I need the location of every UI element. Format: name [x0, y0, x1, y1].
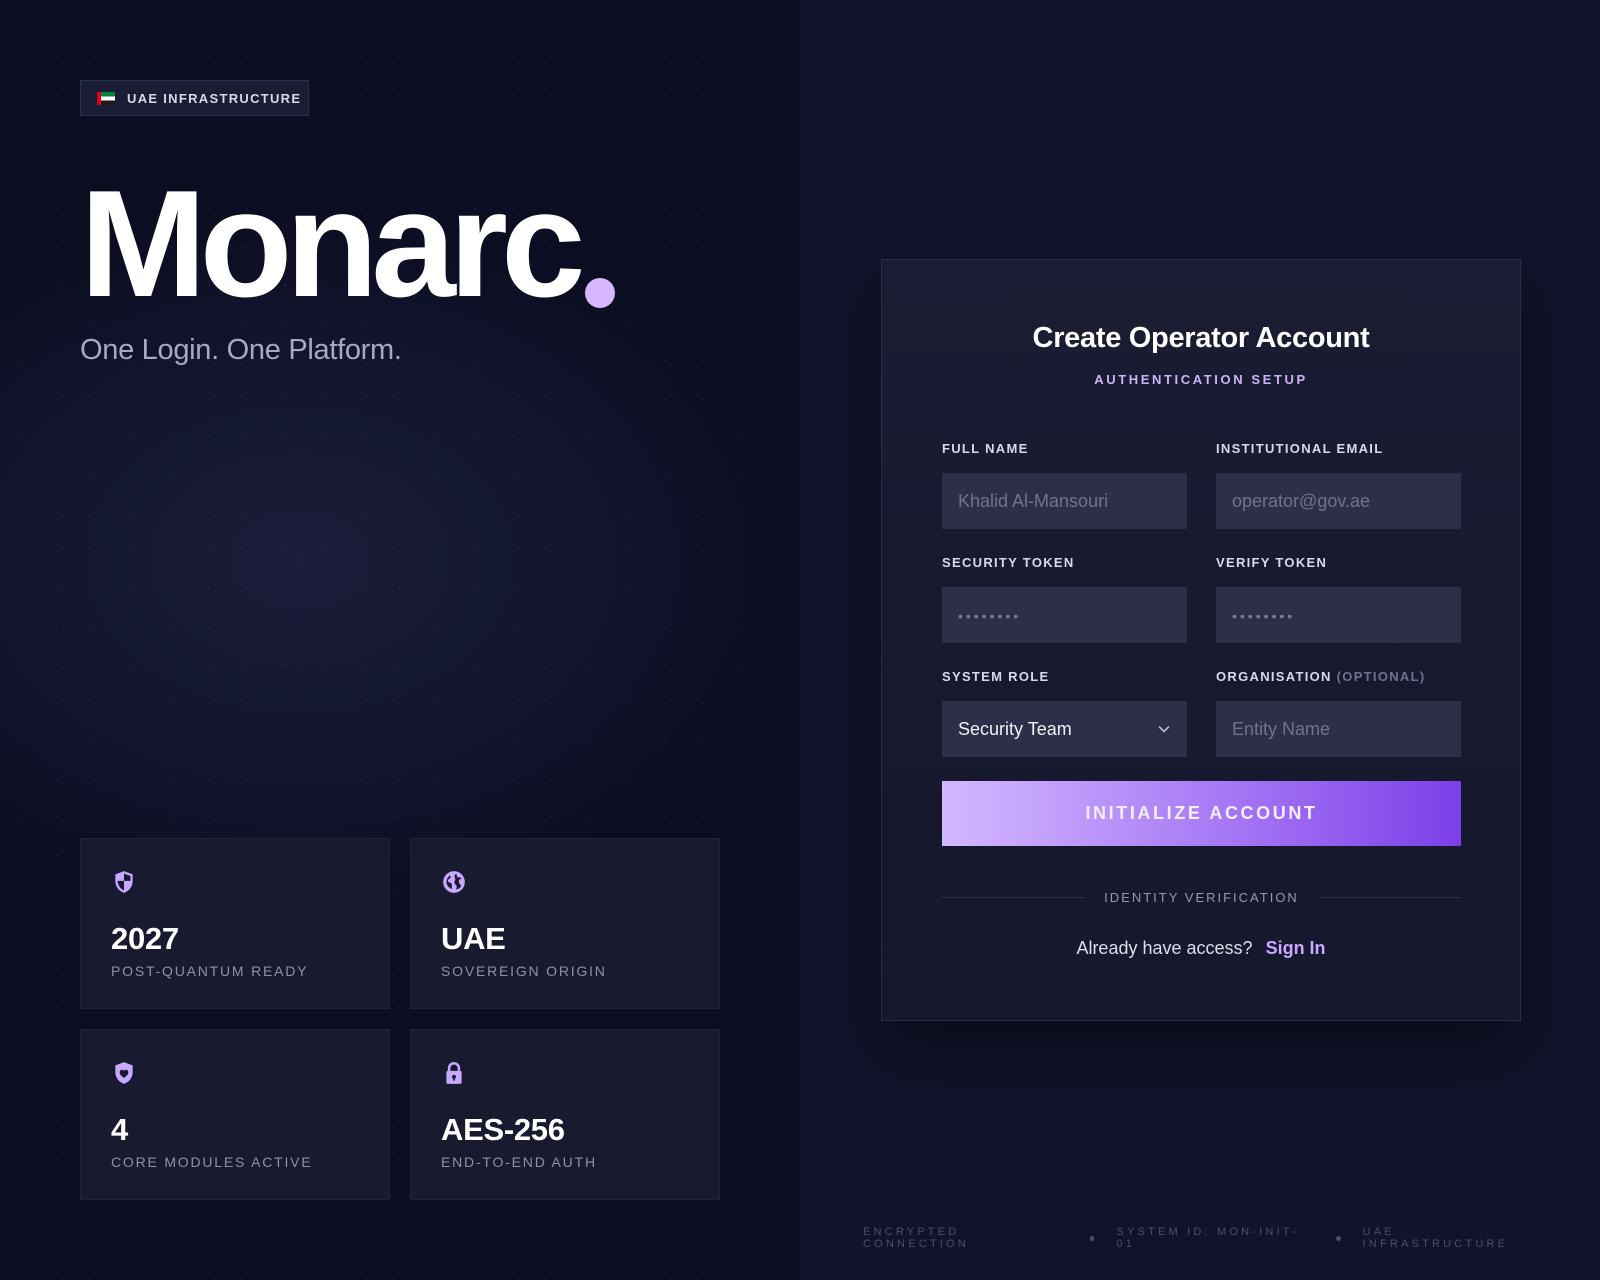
stat-label: SOVEREIGN ORIGIN: [441, 963, 607, 979]
full-name-input[interactable]: [958, 490, 1171, 512]
security-token-field: SECURITY TOKEN: [942, 555, 1187, 643]
system-role-field: SYSTEM ROLE Security Team: [942, 669, 1187, 757]
verify-token-label: VERIFY TOKEN: [1216, 555, 1328, 570]
brand-name: Monarc: [80, 159, 586, 329]
divider-line: [942, 896, 1085, 898]
stat-value: 4: [111, 1112, 128, 1147]
email-box: [1216, 473, 1461, 529]
footer-item-connection: ENCRYPTED CONNECTION: [863, 1226, 969, 1250]
lock-icon: [446, 1061, 462, 1084]
region-badge: UAE INFRASTRUCTURE: [80, 80, 309, 116]
separator-dot: [1089, 1235, 1095, 1241]
stats-grid: 2027 POST-QUANTUM READY UAE SOVEREIGN OR…: [80, 838, 720, 1200]
system-role-select[interactable]: Security Team: [942, 701, 1187, 757]
system-role-value: Security Team: [958, 718, 1072, 739]
email-label: INSTITUTIONAL EMAIL: [1216, 441, 1384, 456]
hero-panel: UAE INFRASTRUCTURE Monarc One Login. One…: [0, 0, 800, 1280]
stat-value: UAE: [441, 921, 506, 956]
tagline: One Login. One Platform.: [80, 334, 402, 366]
email-input[interactable]: [1232, 490, 1445, 512]
security-token-label: SECURITY TOKEN: [942, 555, 1075, 570]
form-subtitle: AUTHENTICATION SETUP: [1094, 372, 1308, 387]
verify-token-field: VERIFY TOKEN: [1216, 555, 1461, 643]
stat-label: POST-QUANTUM READY: [111, 963, 309, 979]
form-panel: Create Operator Account AUTHENTICATION S…: [800, 0, 1600, 1280]
organisation-input[interactable]: [1232, 718, 1445, 740]
security-token-input[interactable]: [958, 604, 1171, 626]
signin-prompt: Already have access?: [1076, 938, 1253, 958]
verify-token-box: [1216, 587, 1461, 643]
footer-item-infrastructure: UAE INFRASTRUCTURE: [1362, 1226, 1509, 1250]
stat-card-encryption: AES-256 END-TO-END AUTH: [410, 1029, 720, 1200]
full-name-box: [942, 473, 1187, 529]
organisation-box: [1216, 701, 1461, 757]
organisation-label-text: ORGANISATION: [1216, 669, 1332, 684]
identity-divider: IDENTITY VERIFICATION: [942, 887, 1461, 907]
stat-label: END-TO-END AUTH: [441, 1154, 597, 1170]
signin-row: Already have access? Sign In: [882, 938, 1520, 959]
optional-tag: (OPTIONAL): [1336, 669, 1426, 684]
organisation-field: ORGANISATION (OPTIONAL): [1216, 669, 1461, 757]
brand-logo: Monarc: [80, 168, 615, 320]
sign-in-link[interactable]: Sign In: [1266, 938, 1326, 958]
organisation-label: ORGANISATION (OPTIONAL): [1216, 669, 1461, 691]
divider-line: [1318, 896, 1461, 898]
separator-dot: [1335, 1235, 1341, 1241]
globe-icon: [443, 871, 465, 893]
initialize-account-button[interactable]: INITIALIZE ACCOUNT: [942, 781, 1461, 846]
shield-heart-icon: [115, 1062, 133, 1084]
uae-flag-icon: [97, 91, 115, 105]
shield-half-icon: [115, 871, 133, 893]
chevron-down-icon: [1158, 725, 1170, 733]
footer-item-system-id: SYSTEM ID: MON-INIT-01: [1116, 1226, 1299, 1250]
stat-label: CORE MODULES ACTIVE: [111, 1154, 313, 1170]
region-badge-label: UAE INFRASTRUCTURE: [127, 90, 302, 106]
security-token-box: [942, 587, 1187, 643]
stat-card-post-quantum: 2027 POST-QUANTUM READY: [80, 838, 390, 1009]
verify-token-input[interactable]: [1232, 604, 1445, 626]
signup-card: Create Operator Account AUTHENTICATION S…: [881, 259, 1521, 1021]
divider-text: IDENTITY VERIFICATION: [1104, 889, 1299, 905]
full-name-label: FULL NAME: [942, 441, 1029, 456]
stat-card-sovereign: UAE SOVEREIGN ORIGIN: [410, 838, 720, 1009]
form-title: Create Operator Account: [1032, 322, 1370, 354]
full-name-field: FULL NAME: [942, 441, 1187, 529]
system-role-label: SYSTEM ROLE: [942, 669, 1050, 684]
stat-value: AES-256: [441, 1112, 565, 1147]
status-footer: ENCRYPTED CONNECTION SYSTEM ID: MON-INIT…: [863, 1226, 1543, 1250]
stat-card-modules: 4 CORE MODULES ACTIVE: [80, 1029, 390, 1200]
brand-dot: [584, 278, 615, 308]
email-field: INSTITUTIONAL EMAIL: [1216, 441, 1461, 529]
stat-value: 2027: [111, 921, 179, 956]
